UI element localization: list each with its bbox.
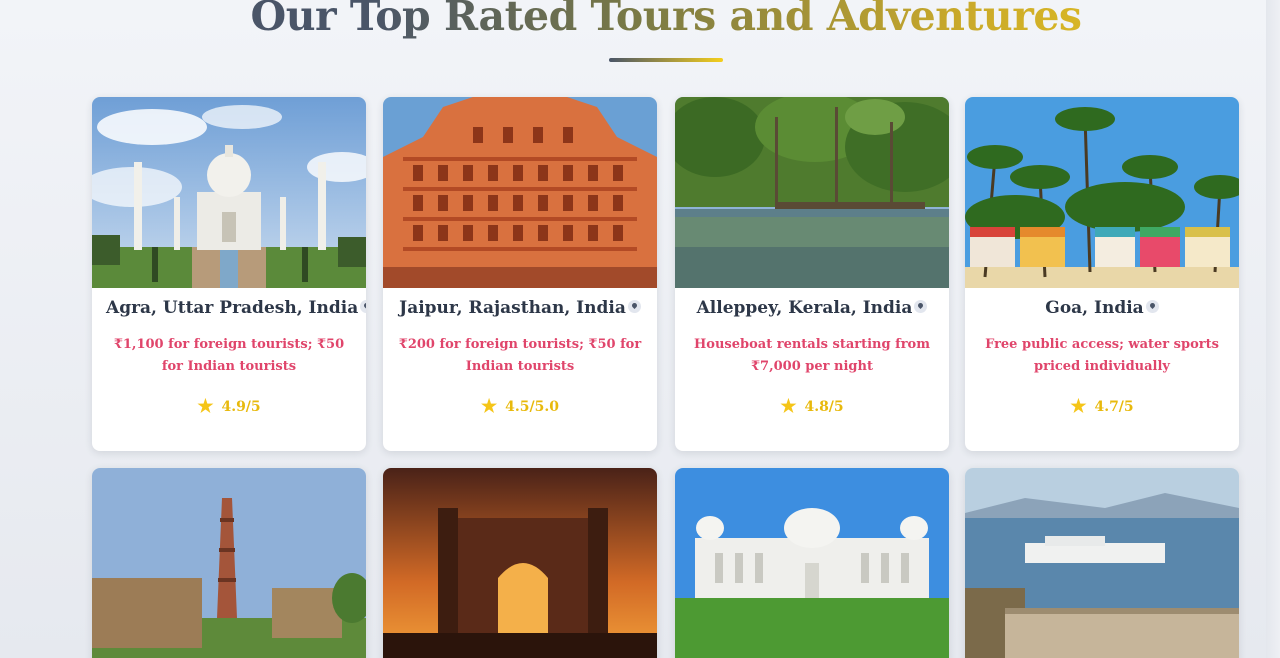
tour-image-kerala-backwaters xyxy=(675,97,949,288)
page-scroll-edge xyxy=(1266,0,1280,658)
map-pin-icon xyxy=(360,300,366,313)
tour-card-lake-palace[interactable] xyxy=(965,468,1239,658)
tour-image-goa-beach xyxy=(965,97,1239,288)
price-info: Free public access; water sports priced … xyxy=(985,337,1219,374)
tour-card-gateway-of-india[interactable] xyxy=(383,468,657,658)
rating: ★ 4.7/5 xyxy=(979,396,1225,417)
place-name-row: Agra, Uttar Pradesh, India xyxy=(106,298,366,318)
tour-image-gateway-of-india xyxy=(383,468,657,658)
price-info: ₹200 for foreign tourists; ₹50 for India… xyxy=(398,337,642,374)
rating-value: 4.9/5 xyxy=(221,399,261,415)
rating: ★ 4.8/5 xyxy=(689,396,935,417)
star-icon: ★ xyxy=(780,396,797,417)
map-pin-icon xyxy=(1145,300,1159,313)
place-name-row: Alleppey, Kerala, India xyxy=(689,298,935,318)
star-icon: ★ xyxy=(197,396,214,417)
price-info: Houseboat rentals starting from ₹7,000 p… xyxy=(694,337,930,374)
tour-card-agra[interactable]: Agra, Uttar Pradesh, India ₹1,100 for fo… xyxy=(92,97,366,451)
title-underline xyxy=(609,58,723,62)
tours-section: Our Top Rated Tours and Adventures Agra,… xyxy=(0,0,1280,658)
tour-card-goa[interactable]: Goa, India Free public access; water spo… xyxy=(965,97,1239,451)
place-name: Agra, Uttar Pradesh, India xyxy=(106,298,359,318)
tour-card-qutub-minar[interactable] xyxy=(92,468,366,658)
rating-value: 4.8/5 xyxy=(804,399,844,415)
rating-value: 4.7/5 xyxy=(1094,399,1134,415)
section-title: Our Top Rated Tours and Adventures xyxy=(0,0,1280,40)
place-name-row: Goa, India xyxy=(979,298,1225,318)
place-name: Jaipur, Rajasthan, India xyxy=(399,298,626,318)
tour-image-hawa-mahal xyxy=(383,97,657,288)
map-pin-icon xyxy=(914,300,928,313)
tour-card-victoria-memorial[interactable] xyxy=(675,468,949,658)
price-info: ₹1,100 for foreign tourists; ₹50 for Ind… xyxy=(113,337,345,374)
tour-card-alleppey[interactable]: Alleppey, Kerala, India Houseboat rental… xyxy=(675,97,949,451)
star-icon: ★ xyxy=(1070,396,1087,417)
tour-image-victoria-memorial xyxy=(675,468,949,658)
star-icon: ★ xyxy=(481,396,498,417)
tour-image-taj-mahal xyxy=(92,97,366,288)
place-name-row: Jaipur, Rajasthan, India xyxy=(397,298,643,318)
tour-image-lake-palace-udaipur xyxy=(965,468,1239,658)
map-pin-icon xyxy=(627,300,641,313)
tour-card-jaipur[interactable]: Jaipur, Rajasthan, India ₹200 for foreig… xyxy=(383,97,657,451)
tour-image-qutub-minar xyxy=(92,468,366,658)
rating: ★ 4.9/5 xyxy=(106,396,352,417)
rating-value: 4.5/5.0 xyxy=(505,399,559,415)
place-name: Alleppey, Kerala, India xyxy=(696,298,913,318)
place-name: Goa, India xyxy=(1045,298,1144,318)
rating: ★ 4.5/5.0 xyxy=(397,396,643,417)
